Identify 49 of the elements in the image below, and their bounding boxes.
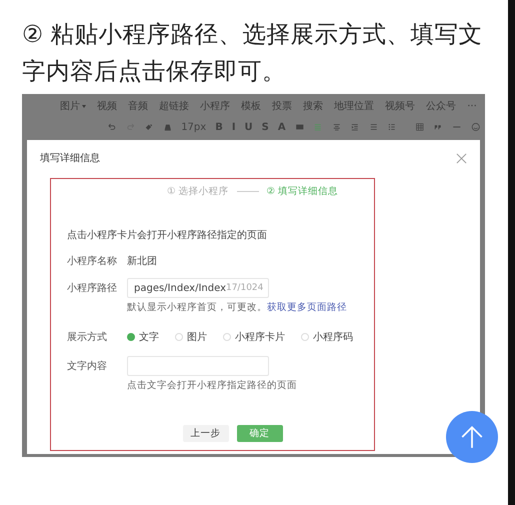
menu-item[interactable]: 小程序 <box>200 98 230 114</box>
format-button[interactable]: S <box>262 122 269 132</box>
radio-option[interactable]: 图片 <box>175 330 207 344</box>
back-button[interactable]: 上一步 <box>182 425 228 442</box>
menu-item[interactable]: 投票 <box>272 98 292 114</box>
hint-text: 点击文字会打开小程序指定路径的页面 <box>127 379 298 392</box>
format-button[interactable]: B <box>215 122 223 132</box>
format-button[interactable]: I <box>232 122 236 132</box>
step-indicator: ① 选择小程序 <box>166 185 228 198</box>
menu-item[interactable]: 地理位置 <box>334 98 374 114</box>
dialog-title: 填写详细信息 <box>40 152 100 165</box>
field-label: 小程序路径 <box>67 282 118 295</box>
app-name: 新北团 <box>127 254 157 268</box>
menu-item[interactable]: 模板 <box>241 98 262 114</box>
format-button[interactable]: U <box>244 122 253 132</box>
step-instruction: ② 粘贴小程序路径、选择展示方式、填写文字内容后点击保存即可。 <box>22 19 484 87</box>
text-field[interactable] <box>127 356 269 376</box>
radio-option[interactable]: 小程序码 <box>301 330 353 344</box>
path-link[interactable]: 获取更多页面路径 <box>267 302 347 313</box>
spacing-icon[interactable] <box>368 121 378 133</box>
table-icon[interactable] <box>414 121 424 133</box>
menu-item[interactable]: 视频 <box>97 98 118 114</box>
menu-item[interactable]: 公众号 <box>426 98 456 114</box>
menu-item[interactable]: 搜索 <box>303 98 324 114</box>
hint-text: 默认显示小程序首页，可更改。 <box>127 302 267 313</box>
menu-item[interactable]: ··· <box>467 98 477 114</box>
list-icon[interactable] <box>387 121 397 133</box>
path-field[interactable]: pages/Index/Index17/1024 <box>127 278 269 298</box>
field-label: 小程序名称 <box>67 254 118 268</box>
radio-option[interactable]: 文字 <box>127 330 159 344</box>
undo-icon[interactable] <box>107 121 117 133</box>
radio-option[interactable]: 小程序卡片 <box>223 330 285 344</box>
back-to-top-button[interactable] <box>446 411 498 463</box>
step-indicator: ② 填写详细信息 <box>266 185 338 198</box>
menu-item[interactable]: 音频 <box>128 98 148 114</box>
intro-text: 点击小程序卡片会打开小程序路径指定的页面 <box>67 228 268 242</box>
menu-item[interactable]: 图片 <box>60 98 86 114</box>
field-label: 文字内容 <box>67 360 108 373</box>
close-icon[interactable] <box>456 152 467 164</box>
menu-item[interactable]: 视频号 <box>385 98 416 114</box>
font-size-dropdown[interactable]: 17px <box>181 122 206 132</box>
align-icon[interactable] <box>332 121 342 133</box>
arrow-up-icon <box>459 424 485 450</box>
emoji-icon[interactable] <box>470 121 480 133</box>
menu-item[interactable]: 超链接 <box>159 98 190 114</box>
format-button[interactable]: A <box>278 122 286 132</box>
caret-icon <box>82 104 86 108</box>
field-label: 展示方式 <box>67 330 108 344</box>
confirm-button[interactable]: 确定 <box>236 425 282 442</box>
